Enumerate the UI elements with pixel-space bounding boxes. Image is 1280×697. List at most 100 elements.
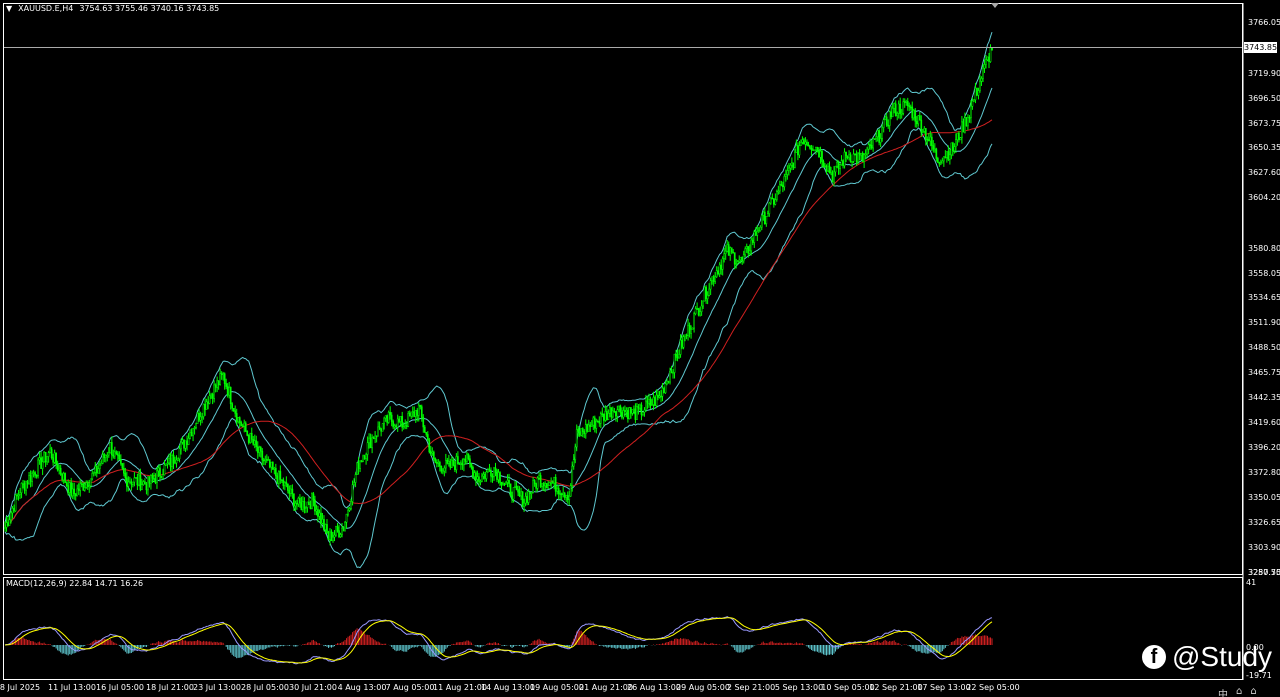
candle-body bbox=[521, 491, 524, 507]
candle-body bbox=[906, 101, 909, 106]
candle-body bbox=[475, 472, 477, 480]
price-tick-label: 3511.90 bbox=[1248, 318, 1280, 327]
candle-body bbox=[457, 456, 459, 464]
candle-body bbox=[378, 426, 381, 430]
candle-body bbox=[362, 455, 364, 462]
candle-body bbox=[91, 473, 94, 480]
candles bbox=[4, 44, 993, 546]
candle-body bbox=[23, 482, 26, 491]
candle-body bbox=[511, 495, 513, 500]
price-chart[interactable] bbox=[0, 0, 1280, 697]
dropdown-triangle-icon[interactable]: ▼ bbox=[6, 4, 12, 14]
candle-body bbox=[285, 482, 288, 485]
candle-body bbox=[17, 494, 20, 496]
candle-body bbox=[813, 149, 816, 152]
candle-body bbox=[929, 136, 932, 142]
candle-body bbox=[255, 440, 258, 447]
candle-body bbox=[136, 477, 139, 486]
candle-body bbox=[891, 107, 894, 118]
time-tick-label: 7 Aug 05:00 bbox=[385, 683, 435, 692]
candle-body bbox=[387, 412, 390, 423]
candle-body bbox=[839, 164, 841, 169]
tray-icon[interactable]: ⌂ bbox=[1236, 686, 1242, 697]
candle-body bbox=[977, 90, 980, 96]
candle-body bbox=[834, 165, 837, 173]
candle-body bbox=[971, 100, 974, 107]
candle-body bbox=[271, 461, 274, 470]
candle-body bbox=[831, 172, 834, 183]
candle-body bbox=[569, 485, 572, 497]
candle-body bbox=[615, 411, 617, 417]
candle-body bbox=[19, 492, 21, 495]
candle-body bbox=[837, 162, 840, 169]
candle-body bbox=[305, 507, 307, 509]
candle-body bbox=[139, 474, 142, 490]
candle-body bbox=[408, 413, 411, 417]
ma-line bbox=[4, 119, 993, 528]
chart-window[interactable]: ▼ XAUUSD.E,H4 3754.63 3755.46 3740.16 37… bbox=[0, 0, 1280, 697]
candle-body bbox=[649, 399, 652, 406]
candle-body bbox=[470, 463, 473, 468]
candle-body bbox=[530, 492, 533, 494]
candle-body bbox=[493, 467, 495, 477]
candle-body bbox=[103, 454, 106, 458]
candle-body bbox=[44, 451, 47, 463]
candle-body bbox=[708, 288, 710, 296]
candle-body bbox=[413, 411, 416, 417]
candle-body bbox=[482, 474, 485, 477]
candle-body bbox=[196, 412, 199, 424]
macd-axis-top: 41 bbox=[1246, 578, 1257, 587]
ime-indicator[interactable]: 中 bbox=[1218, 686, 1228, 697]
chart-shift-marker[interactable] bbox=[991, 3, 999, 8]
candle-body bbox=[109, 442, 112, 454]
candle-body bbox=[950, 142, 953, 156]
candle-body bbox=[791, 162, 793, 166]
candle-body bbox=[47, 452, 50, 457]
price-tick-label: 3719.90 bbox=[1248, 69, 1280, 78]
candle-body bbox=[822, 161, 825, 167]
main-pane-frame bbox=[3, 3, 1243, 575]
candle-body bbox=[223, 373, 226, 384]
candle-body bbox=[918, 115, 921, 121]
watermark-text: @Study bbox=[1172, 641, 1273, 672]
candle-body bbox=[273, 467, 276, 470]
candle-body bbox=[670, 371, 673, 374]
candle-body bbox=[327, 532, 330, 540]
candle-body bbox=[768, 202, 771, 214]
tray-icon[interactable]: ⌂ bbox=[1250, 686, 1256, 697]
ohlc-values: 3754.63 3755.46 3740.16 3743.85 bbox=[79, 4, 220, 13]
candle-body bbox=[720, 264, 723, 270]
candle-body bbox=[559, 493, 562, 495]
candle-body bbox=[43, 451, 45, 463]
macd-lines bbox=[4, 616, 993, 665]
candle-body bbox=[926, 138, 929, 141]
candle-body bbox=[64, 473, 67, 483]
candle-body bbox=[429, 451, 432, 454]
candle-body bbox=[258, 447, 261, 453]
time-tick-label: 29 Aug 05:00 bbox=[676, 683, 730, 692]
candle-body bbox=[772, 198, 775, 205]
candle-body bbox=[628, 407, 631, 420]
candle-body bbox=[783, 176, 786, 188]
candle-body bbox=[676, 355, 679, 359]
candle-body bbox=[946, 151, 948, 158]
candle-body bbox=[881, 127, 884, 139]
candle-body bbox=[866, 148, 868, 155]
candle-body bbox=[760, 214, 763, 228]
candle-body bbox=[732, 251, 735, 254]
candle-body bbox=[130, 481, 133, 485]
candle-body bbox=[726, 244, 729, 252]
candle-body bbox=[807, 144, 810, 147]
candle-body bbox=[261, 450, 264, 461]
candle-body bbox=[240, 422, 243, 427]
candle-body bbox=[548, 482, 551, 486]
candle-body bbox=[487, 469, 489, 473]
candle-body bbox=[132, 481, 134, 485]
candle-body bbox=[199, 416, 202, 421]
candle-body bbox=[451, 459, 453, 468]
candle-body bbox=[238, 417, 241, 423]
candle-body bbox=[380, 428, 382, 432]
candle-body bbox=[115, 451, 118, 454]
candle-body bbox=[693, 313, 695, 329]
candle-body bbox=[575, 429, 578, 448]
